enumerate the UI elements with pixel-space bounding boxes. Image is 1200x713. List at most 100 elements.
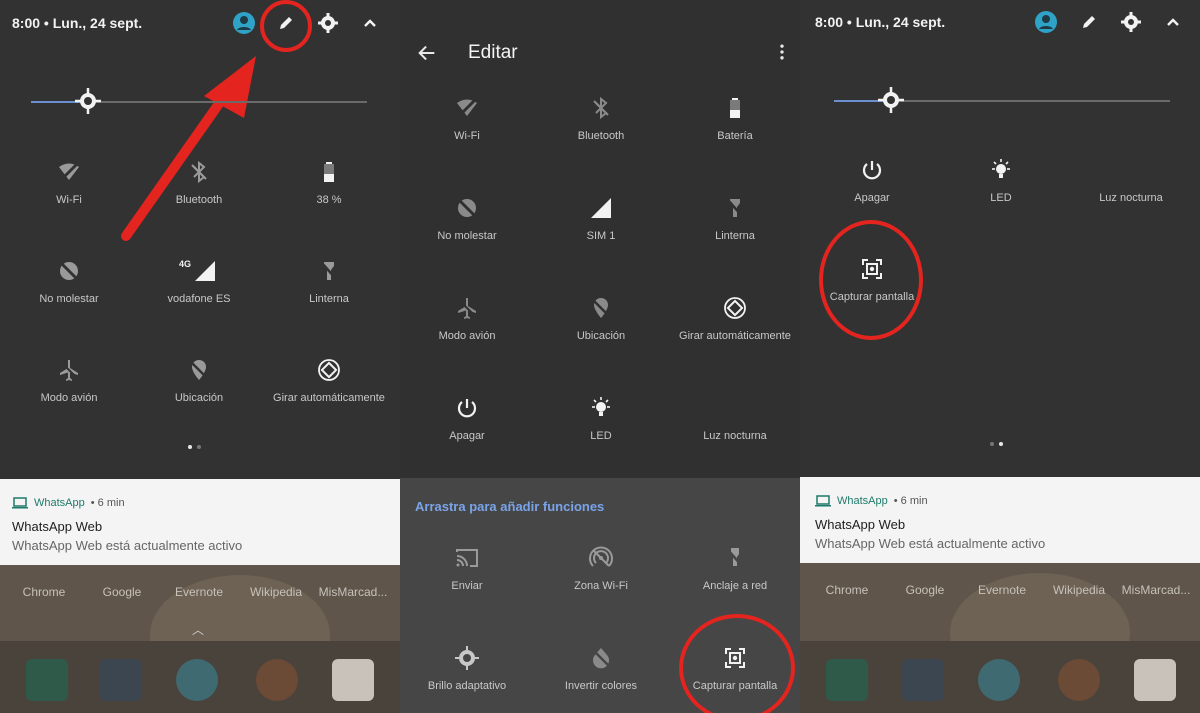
flashlight-off-icon: [321, 262, 337, 280]
brightness-sun-icon[interactable]: [75, 88, 101, 114]
laptop-icon: [12, 497, 28, 509]
collapse-chevron-icon[interactable]: [1161, 10, 1185, 34]
tile-night-light[interactable]: Luz nocturna: [1066, 158, 1196, 228]
tile-led[interactable]: LED: [936, 158, 1066, 228]
adaptive-brightness-icon: [455, 646, 479, 670]
signal-icon: [591, 198, 611, 218]
invert-colors-icon: [592, 648, 610, 669]
more-options-icon[interactable]: [772, 42, 792, 62]
app-label-mismarcadores[interactable]: MisMarcad...: [1116, 583, 1196, 597]
edit-tile-led[interactable]: LED: [536, 396, 666, 466]
radio-app-icon[interactable]: [826, 659, 868, 701]
settings-app-icon[interactable]: [978, 659, 1020, 701]
edit-tile-airplane-mode[interactable]: Modo avión: [402, 296, 532, 366]
edit-tile-flashlight[interactable]: Linterna: [670, 196, 800, 266]
app-label-mismarcadores[interactable]: MisMarcad...: [313, 585, 393, 599]
page-indicator: [990, 442, 1003, 446]
network-type-badge: 4G: [179, 259, 192, 269]
available-tile-invert-colors[interactable]: Invertir colores: [536, 646, 666, 713]
edit-tile-battery[interactable]: Batería: [670, 96, 800, 166]
tile-airplane-mode[interactable]: Modo avión: [4, 358, 134, 428]
available-tile-adaptive-brightness[interactable]: Brillo adaptativo: [402, 646, 532, 713]
notification-app-name: WhatsApp: [34, 497, 85, 509]
quick-settings-panel-2: 8:00 • Lun., 24 sept. Apagar LED Luz noc…: [800, 0, 1200, 713]
tile-flashlight[interactable]: Linterna: [264, 259, 394, 329]
location-off-icon: [190, 360, 208, 380]
available-tile-hotspot[interactable]: Zona Wi-Fi: [536, 546, 666, 616]
app-label-google[interactable]: Google: [885, 583, 965, 597]
edit-tile-auto-rotate[interactable]: Girar automáticamente: [670, 296, 800, 366]
tile-auto-rotate[interactable]: Girar automáticamente: [264, 358, 394, 428]
edit-pencil-icon[interactable]: [1077, 10, 1101, 34]
camera-app-icon[interactable]: [332, 659, 374, 701]
tile-location[interactable]: Ubicación: [134, 358, 264, 428]
camera-app-icon[interactable]: [1134, 659, 1176, 701]
auto-rotate-icon: [724, 297, 746, 319]
homescreen-background: Chrome Google Evernote Wikipedia MisMarc…: [800, 563, 1200, 713]
settings-gear-icon[interactable]: [316, 11, 340, 35]
account-icon[interactable]: [232, 11, 256, 35]
available-tile-tethering[interactable]: Anclaje a red: [670, 546, 800, 616]
edit-tile-power[interactable]: Apagar: [402, 396, 532, 466]
wifi-off-icon: [457, 98, 477, 118]
tile-do-not-disturb[interactable]: No molestar: [4, 259, 134, 329]
edit-tile-do-not-disturb[interactable]: No molestar: [402, 196, 532, 266]
edit-title: Editar: [468, 42, 518, 63]
do-not-disturb-icon: [59, 261, 79, 281]
brightness-slider[interactable]: [834, 87, 1170, 113]
calculator-app-icon[interactable]: [902, 659, 944, 701]
location-off-icon: [592, 298, 610, 318]
airplane-icon: [60, 360, 78, 381]
edit-tile-night-light[interactable]: Luz nocturna: [670, 396, 800, 466]
page-indicator: [188, 445, 201, 449]
edit-tile-location[interactable]: Ubicación: [536, 296, 666, 366]
tile-bluetooth[interactable]: Bluetooth: [134, 160, 264, 230]
app-label-evernote[interactable]: Evernote: [962, 583, 1042, 597]
collapse-chevron-icon[interactable]: [358, 11, 382, 35]
brightness-sun-icon[interactable]: [878, 87, 904, 113]
account-icon[interactable]: [1034, 10, 1058, 34]
app-label-wikipedia[interactable]: Wikipedia: [1039, 583, 1119, 597]
whatsapp-notification[interactable]: WhatsApp • 6 min WhatsApp Web WhatsApp W…: [800, 477, 1200, 563]
app-label-chrome[interactable]: Chrome: [807, 583, 887, 597]
tile-power[interactable]: Apagar: [807, 158, 937, 228]
app-label-chrome[interactable]: Chrome: [4, 585, 84, 599]
contact-app-icon[interactable]: [1058, 659, 1100, 701]
hotspot-icon: [589, 546, 613, 567]
whatsapp-notification[interactable]: WhatsApp • 6 min WhatsApp Web WhatsApp W…: [0, 479, 400, 565]
tile-battery[interactable]: 38 %: [264, 160, 394, 230]
settings-gear-icon[interactable]: [1119, 10, 1143, 34]
laptop-icon: [815, 495, 831, 507]
edit-tile-wifi[interactable]: Wi-Fi: [402, 96, 532, 166]
calculator-app-icon[interactable]: [100, 659, 142, 701]
edit-highlight-circle: [260, 0, 312, 52]
edit-tile-sim[interactable]: SIM 1: [536, 196, 666, 266]
tile-wifi[interactable]: Wi-Fi: [4, 160, 134, 230]
settings-app-icon[interactable]: [176, 659, 218, 701]
night-light-icon: [727, 398, 737, 418]
app-label-google[interactable]: Google: [82, 585, 162, 599]
brightness-slider[interactable]: [31, 88, 367, 114]
radio-app-icon[interactable]: [26, 659, 68, 701]
battery-icon: [324, 162, 334, 182]
app-drawer-chevron-icon[interactable]: ︿: [192, 621, 204, 638]
quick-settings-panel-1: 8:00 • Lun., 24 sept. Wi-Fi Bluetooth 38…: [0, 0, 400, 713]
bluetooth-off-icon: [593, 96, 609, 120]
app-label-wikipedia[interactable]: Wikipedia: [236, 585, 316, 599]
drag-hint: Arrastra para añadir funciones: [415, 499, 605, 514]
airplane-icon: [458, 298, 476, 319]
night-light-icon: [1123, 160, 1133, 180]
back-arrow-icon[interactable]: [416, 42, 438, 64]
available-tile-cast[interactable]: Enviar: [402, 546, 532, 616]
tile-mobile-network[interactable]: 4G vodafone ES: [134, 259, 264, 329]
quick-settings-edit-panel: Editar Wi-Fi Bluetooth Batería No molest…: [400, 0, 800, 713]
dock: [0, 641, 400, 713]
app-label-evernote[interactable]: Evernote: [159, 585, 239, 599]
contact-app-icon[interactable]: [256, 659, 298, 701]
battery-icon: [730, 98, 740, 118]
signal-icon: [195, 261, 215, 281]
wifi-off-icon: [59, 162, 79, 182]
homescreen-background: Chrome Google Evernote Wikipedia MisMarc…: [0, 565, 400, 713]
bluetooth-off-icon: [191, 160, 207, 184]
edit-tile-bluetooth[interactable]: Bluetooth: [536, 96, 666, 166]
